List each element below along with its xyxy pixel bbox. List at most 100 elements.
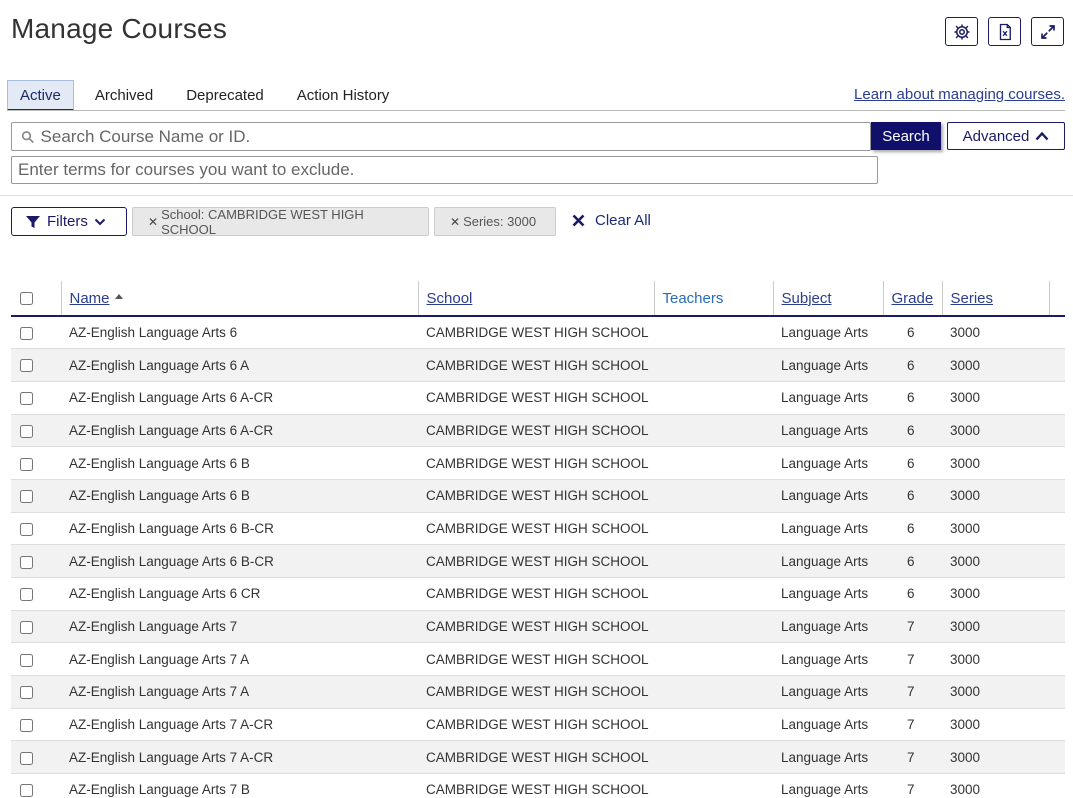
- cell-school: CAMBRIDGE WEST HIGH SCHOOL: [418, 642, 654, 677]
- cell-subject: Language Arts: [773, 381, 883, 415]
- filter-chip-school[interactable]: ✕ School: CAMBRIDGE WEST HIGH SCHOOL: [132, 206, 429, 237]
- cell-series: 3000: [942, 348, 1049, 382]
- cell-spacer: [1049, 512, 1065, 546]
- cell-name: AZ-English Language Arts 7 A-CR: [61, 708, 418, 742]
- fullscreen-button[interactable]: [1031, 17, 1064, 46]
- settings-button[interactable]: [945, 17, 978, 46]
- column-header-label[interactable]: School: [427, 290, 473, 307]
- cell-teachers: [654, 446, 773, 480]
- column-header-label[interactable]: Grade: [892, 290, 934, 307]
- table-row[interactable]: AZ-English Language Arts 6 B CAMBRIDGE WE…: [11, 479, 1065, 513]
- row-select-cell: [11, 740, 61, 775]
- row-checkbox[interactable]: [20, 555, 33, 569]
- filter-chip-label: School: CAMBRIDGE WEST HIGH SCHOOL: [161, 206, 364, 237]
- row-checkbox[interactable]: [20, 424, 33, 438]
- cell-spacer: [1049, 316, 1065, 350]
- table-row[interactable]: AZ-English Language Arts 6 A-CR CAMBRIDGE…: [11, 381, 1065, 415]
- clear-all-label: Clear All: [595, 212, 651, 229]
- row-checkbox[interactable]: [20, 686, 33, 700]
- column-header-school[interactable]: School: [417, 281, 654, 317]
- cell-grade: 6: [883, 414, 942, 448]
- row-checkbox[interactable]: [20, 588, 33, 602]
- cell-teachers: [654, 577, 773, 611]
- search-input[interactable]: [40, 126, 870, 147]
- table-row[interactable]: AZ-English Language Arts 6 A-CR CAMBRIDGE…: [11, 414, 1065, 448]
- column-header-label[interactable]: Name: [70, 290, 110, 307]
- row-checkbox[interactable]: [20, 522, 33, 536]
- cell-name: AZ-English Language Arts 6 B-CR: [61, 512, 418, 546]
- select-all-checkbox[interactable]: [20, 292, 33, 306]
- tab-active[interactable]: Active: [7, 80, 74, 111]
- excel-export-icon: [999, 23, 1011, 40]
- cell-teachers: [654, 708, 773, 742]
- row-select-cell: [11, 414, 61, 448]
- tab-deprecated[interactable]: Deprecated: [174, 80, 276, 111]
- remove-chip-icon[interactable]: ✕: [450, 215, 460, 229]
- table-row[interactable]: AZ-English Language Arts 6 CR CAMBRIDGE W…: [11, 577, 1065, 611]
- filter-chip-series[interactable]: ✕ Series: 3000: [434, 207, 556, 236]
- row-select-cell: [11, 610, 61, 644]
- table-row[interactable]: AZ-English Language Arts 7 CAMBRIDGE WEST…: [11, 610, 1065, 644]
- column-header-label[interactable]: Subject: [782, 290, 832, 307]
- cell-subject: Language Arts: [773, 675, 883, 709]
- cell-subject: Language Arts: [773, 642, 883, 677]
- cell-school: CAMBRIDGE WEST HIGH SCHOOL: [418, 446, 654, 480]
- filters-button[interactable]: Filters: [11, 207, 127, 236]
- table-row[interactable]: AZ-English Language Arts 6 A CAMBRIDGE WE…: [11, 348, 1065, 382]
- row-checkbox[interactable]: [20, 653, 33, 667]
- cell-name: AZ-English Language Arts 6 B: [61, 479, 418, 513]
- row-checkbox[interactable]: [20, 392, 33, 406]
- table-row[interactable]: AZ-English Language Arts 6 B-CR CAMBRIDGE…: [11, 512, 1065, 546]
- row-checkbox[interactable]: [20, 784, 33, 798]
- learn-about-link[interactable]: Learn about managing courses.: [854, 86, 1065, 103]
- row-checkbox[interactable]: [20, 719, 33, 733]
- table-row[interactable]: AZ-English Language Arts 6 B CAMBRIDGE WE…: [11, 446, 1065, 480]
- column-header-label[interactable]: Series: [951, 290, 994, 307]
- advanced-button[interactable]: Advanced: [947, 122, 1065, 150]
- clear-all-button[interactable]: Clear All: [572, 212, 651, 229]
- row-checkbox[interactable]: [20, 457, 33, 471]
- remove-chip-icon[interactable]: ✕: [148, 215, 158, 229]
- cell-series: 3000: [942, 381, 1049, 415]
- cell-teachers: [654, 381, 773, 415]
- cell-subject: Language Arts: [773, 316, 883, 350]
- tab-action-history[interactable]: Action History: [285, 80, 402, 111]
- advanced-label: Advanced: [962, 127, 1030, 145]
- row-checkbox[interactable]: [20, 327, 33, 341]
- cell-grade: 6: [883, 446, 942, 480]
- cell-school: CAMBRIDGE WEST HIGH SCHOOL: [418, 381, 654, 415]
- table-row[interactable]: AZ-English Language Arts 6 B-CR CAMBRIDGE…: [11, 544, 1065, 578]
- cell-grade: 7: [883, 675, 942, 709]
- row-select-cell: [11, 708, 61, 742]
- table-row[interactable]: AZ-English Language Arts 7 A-CR CAMBRIDGE…: [11, 740, 1065, 775]
- column-header-name[interactable]: Name: [60, 281, 418, 317]
- table-row[interactable]: AZ-English Language Arts 7 A CAMBRIDGE WE…: [11, 642, 1065, 677]
- row-checkbox[interactable]: [20, 490, 33, 504]
- row-select-cell: [11, 577, 61, 611]
- table-row[interactable]: AZ-English Language Arts 6 CAMBRIDGE WEST…: [11, 316, 1065, 350]
- table-row[interactable]: AZ-English Language Arts 7 A CAMBRIDGE WE…: [11, 675, 1065, 709]
- cell-spacer: [1049, 708, 1065, 742]
- tab-archived[interactable]: Archived: [83, 80, 165, 111]
- cell-teachers: [654, 610, 773, 644]
- divider: [0, 195, 1073, 196]
- row-checkbox[interactable]: [20, 359, 33, 373]
- sort-ascending-icon: [114, 293, 123, 299]
- table-row[interactable]: AZ-English Language Arts 7 A-CR CAMBRIDGE…: [11, 708, 1065, 742]
- cell-spacer: [1049, 675, 1065, 709]
- exclude-input[interactable]: [18, 160, 877, 180]
- column-header-subject[interactable]: Subject: [772, 281, 883, 317]
- cell-subject: Language Arts: [773, 414, 883, 448]
- cell-series: 3000: [942, 610, 1049, 644]
- export-excel-button[interactable]: [988, 17, 1021, 46]
- row-checkbox[interactable]: [20, 620, 33, 634]
- cell-subject: Language Arts: [773, 348, 883, 382]
- row-checkbox[interactable]: [20, 751, 33, 765]
- column-header-grade[interactable]: Grade: [882, 281, 942, 317]
- search-button[interactable]: Search: [871, 122, 941, 150]
- table-row[interactable]: AZ-English Language Arts 7 B CAMBRIDGE WE…: [11, 773, 1065, 798]
- column-header-series[interactable]: Series: [941, 281, 1049, 317]
- cell-grade: 6: [883, 381, 942, 415]
- cell-grade: 7: [883, 610, 942, 644]
- cell-school: CAMBRIDGE WEST HIGH SCHOOL: [418, 512, 654, 546]
